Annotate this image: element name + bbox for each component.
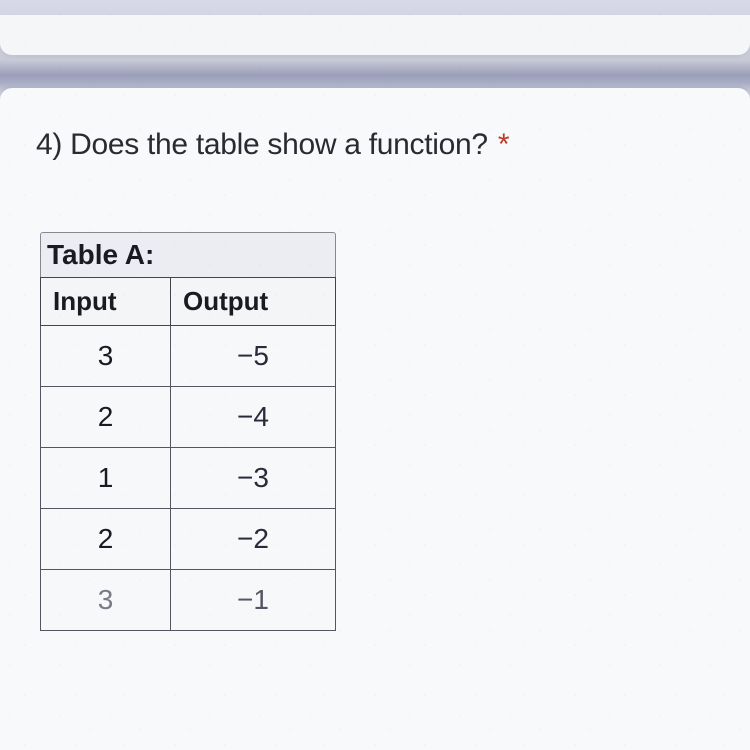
table-row: 2 −4 bbox=[41, 387, 336, 448]
question-number: 4) bbox=[36, 128, 62, 161]
previous-card-edge bbox=[0, 15, 750, 55]
cell-input: 1 bbox=[41, 448, 171, 509]
cell-input: 2 bbox=[41, 387, 171, 448]
cell-input: 2 bbox=[41, 509, 171, 570]
question-card: 4) Does the table show a function? * Tab… bbox=[0, 88, 750, 750]
table-header-row: Input Output bbox=[41, 278, 336, 326]
table-title: Table A: bbox=[40, 232, 336, 277]
required-asterisk: * bbox=[498, 128, 509, 161]
cell-output: −5 bbox=[171, 326, 336, 387]
cell-output: −4 bbox=[171, 387, 336, 448]
table-row: 3 −1 bbox=[41, 570, 336, 631]
table-row: 2 −2 bbox=[41, 509, 336, 570]
table-row: 3 −5 bbox=[41, 326, 336, 387]
table-container: Table A: Input Output 3 −5 2 −4 1 bbox=[40, 232, 714, 631]
question-text: 4) Does the table show a function? * bbox=[36, 128, 714, 162]
function-table: Input Output 3 −5 2 −4 1 −3 2 bbox=[40, 277, 336, 631]
cell-input: 3 bbox=[41, 570, 171, 631]
header-output: Output bbox=[171, 278, 336, 326]
table-row: 1 −3 bbox=[41, 448, 336, 509]
question-body: Does the table show a function? bbox=[70, 128, 488, 161]
cell-output: −2 bbox=[171, 509, 336, 570]
cell-input: 3 bbox=[41, 326, 171, 387]
header-input: Input bbox=[41, 278, 171, 326]
cell-output: −1 bbox=[171, 570, 336, 631]
cell-output: −3 bbox=[171, 448, 336, 509]
